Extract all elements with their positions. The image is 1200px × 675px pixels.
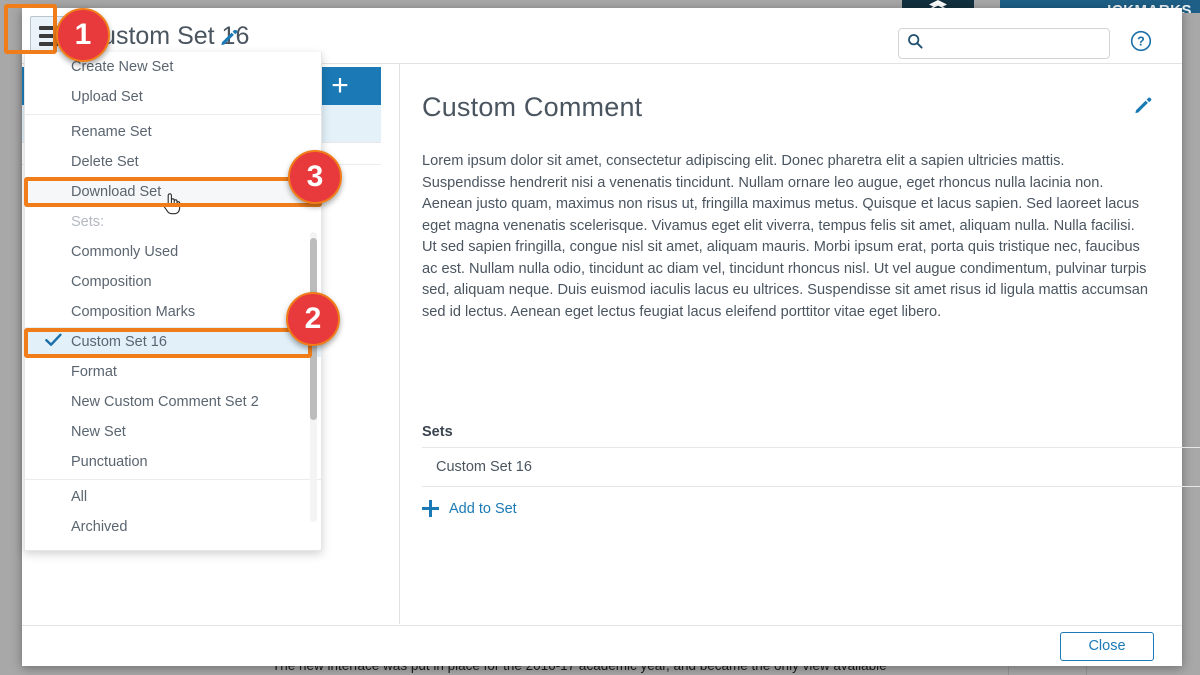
add-to-set-label: Add to Set (449, 500, 517, 517)
menu-item-label: Custom Set 16 (71, 334, 167, 350)
add-to-set-button[interactable]: Add to Set (422, 500, 517, 517)
menu-divider (25, 479, 321, 480)
table-row: Custom Set 16 (422, 447, 1200, 487)
detail-body-text: Lorem ipsum dolor sit amet, consectetur … (422, 153, 1148, 320)
modal-footer: Close (22, 625, 1182, 666)
pencil-edit-icon[interactable] (1134, 96, 1152, 119)
menu-item-rename-set[interactable]: Rename Set (25, 117, 321, 147)
callout-badge-1: 1 (56, 8, 110, 62)
menu-item-upload-set[interactable]: Upload Set (25, 82, 321, 112)
menu-item-download-set[interactable]: Download Set (25, 177, 321, 207)
menu-item-new-custom-comment-set-2[interactable]: New Custom Comment Set 2 (25, 387, 321, 417)
sets-section-heading: Sets (422, 424, 453, 440)
menu-item-archived[interactable]: Archived (25, 512, 321, 542)
set-actions-dropdown: Create New Set Upload Set Rename Set Del… (24, 52, 322, 551)
menu-item-new-set[interactable]: New Set (25, 417, 321, 447)
detail-title: Custom Comment (422, 92, 643, 122)
menu-item-delete-set[interactable]: Delete Set (25, 147, 321, 177)
search-input-wrapper[interactable] (898, 28, 1110, 59)
help-circle-icon[interactable]: ? (1130, 30, 1152, 57)
menu-section-label-sets: Sets: (71, 214, 105, 230)
menu-item-all[interactable]: All (25, 482, 321, 512)
sets-table: Custom Set 16 (422, 447, 1200, 487)
menu-divider (25, 114, 321, 115)
plus-icon: + (331, 69, 349, 102)
callout-badge-2: 2 (286, 292, 340, 346)
set-name: Custom Set 16 (436, 459, 532, 475)
svg-text:?: ? (1137, 35, 1145, 49)
check-icon (45, 333, 62, 351)
menu-item-commonly-used[interactable]: Commonly Used (25, 237, 321, 267)
callout-badge-3: 3 (288, 150, 342, 204)
plus-icon (422, 500, 439, 517)
menu-item-custom-set-16[interactable]: Custom Set 16 (25, 327, 321, 357)
search-icon (907, 33, 923, 54)
menu-item-punctuation[interactable]: Punctuation (25, 447, 321, 477)
search-input[interactable] (923, 29, 1110, 58)
menu-item-format[interactable]: Format (25, 357, 321, 387)
pencil-edit-icon[interactable] (220, 29, 238, 53)
close-button[interactable]: Close (1060, 631, 1154, 661)
menu-item-composition-marks[interactable]: Composition Marks (25, 297, 321, 327)
detail-pane: Custom Comment Lorem ipsum dolor sit ame… (400, 64, 1200, 657)
menu-item-composition[interactable]: Composition (25, 267, 321, 297)
